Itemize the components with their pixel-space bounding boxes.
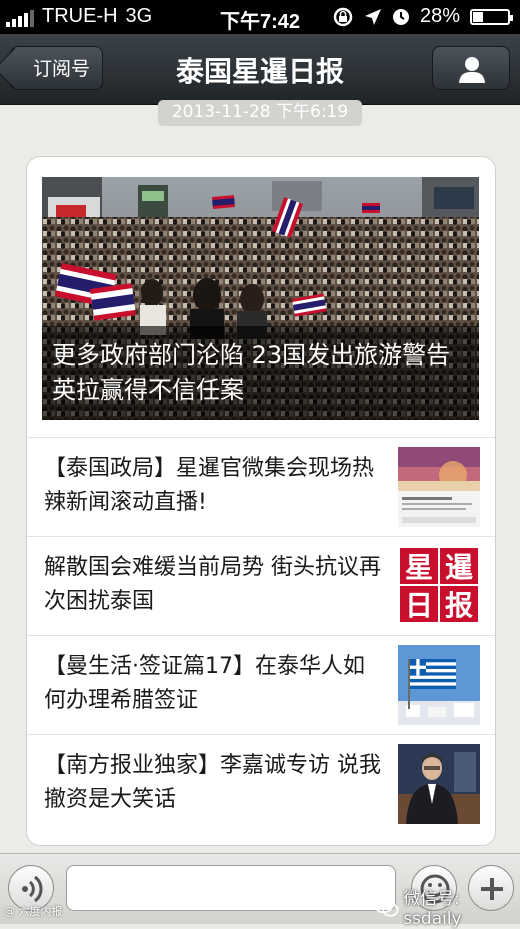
watermark-left: @ 六度内报 (4, 905, 63, 918)
list-item-title: 【南方报业独家】李嘉诚专访 说我撤资是大笑话 (44, 753, 381, 812)
message-input[interactable] (66, 865, 396, 911)
logo-char: 暹 (445, 551, 473, 584)
hero-article[interactable]: 更多政府部门沦陷 23国发出旅游警告 英拉赢得不信任案 (42, 177, 479, 420)
logo-char: 星 (405, 551, 433, 584)
logo-char: 日 (405, 589, 433, 622)
rotation-lock-icon (333, 7, 353, 26)
message-timestamp: 2013-11-28 下午6:19 (158, 100, 362, 126)
item-thumbnail-portrait (398, 744, 480, 824)
status-bar: TRUE-H 3G 下午7:42 28% (0, 0, 520, 34)
profile-button[interactable] (432, 46, 510, 90)
person-icon (459, 57, 485, 83)
list-item[interactable]: 【曼生活·签证篇17】在泰华人如何办理希腊签证 (27, 635, 495, 734)
logo-char: 报 (445, 589, 473, 622)
battery-percent: 28% (419, 5, 460, 27)
wechat-id-text: 微信号: ssdaily (403, 889, 462, 929)
nav-bar: 订阅号 泰国星暹日报 (0, 34, 520, 105)
list-item[interactable]: 解散国会难缓当前局势 街头抗议再次困扰泰国 星 暹 日 报 (27, 536, 495, 635)
list-item-title: 【曼生活·签证篇17】在泰华人如何办理希腊签证 (44, 654, 365, 713)
item-thumbnail-logo: 星 暹 日 报 (398, 546, 480, 626)
hero-caption: 更多政府部门沦陷 23国发出旅游警告 英拉赢得不信任案 (52, 341, 451, 404)
list-item[interactable]: 【泰国政局】星暹官微集会现场热辣新闻滚动直播! (27, 437, 495, 536)
location-icon (364, 8, 381, 25)
list-item-title: 【泰国政局】星暹官微集会现场热辣新闻滚动直播! (44, 456, 375, 515)
item-thumbnail-greek-flag (398, 645, 480, 725)
alarm-clock-icon (392, 8, 409, 25)
list-item-title: 解散国会难缓当前局势 街头抗议再次困扰泰国 (44, 555, 381, 614)
item-thumbnail-screenshot (398, 447, 480, 527)
wechat-id-watermark: 微信号: ssdaily (374, 884, 520, 929)
battery-icon (470, 8, 513, 25)
list-item[interactable]: 【南方报业独家】李嘉诚专访 说我撤资是大笑话 (27, 734, 495, 833)
article-card: 更多政府部门沦陷 23国发出旅游警告 英拉赢得不信任案 【泰国政局】星暹官微集会… (26, 156, 496, 846)
wechat-logo-icon (374, 896, 399, 917)
